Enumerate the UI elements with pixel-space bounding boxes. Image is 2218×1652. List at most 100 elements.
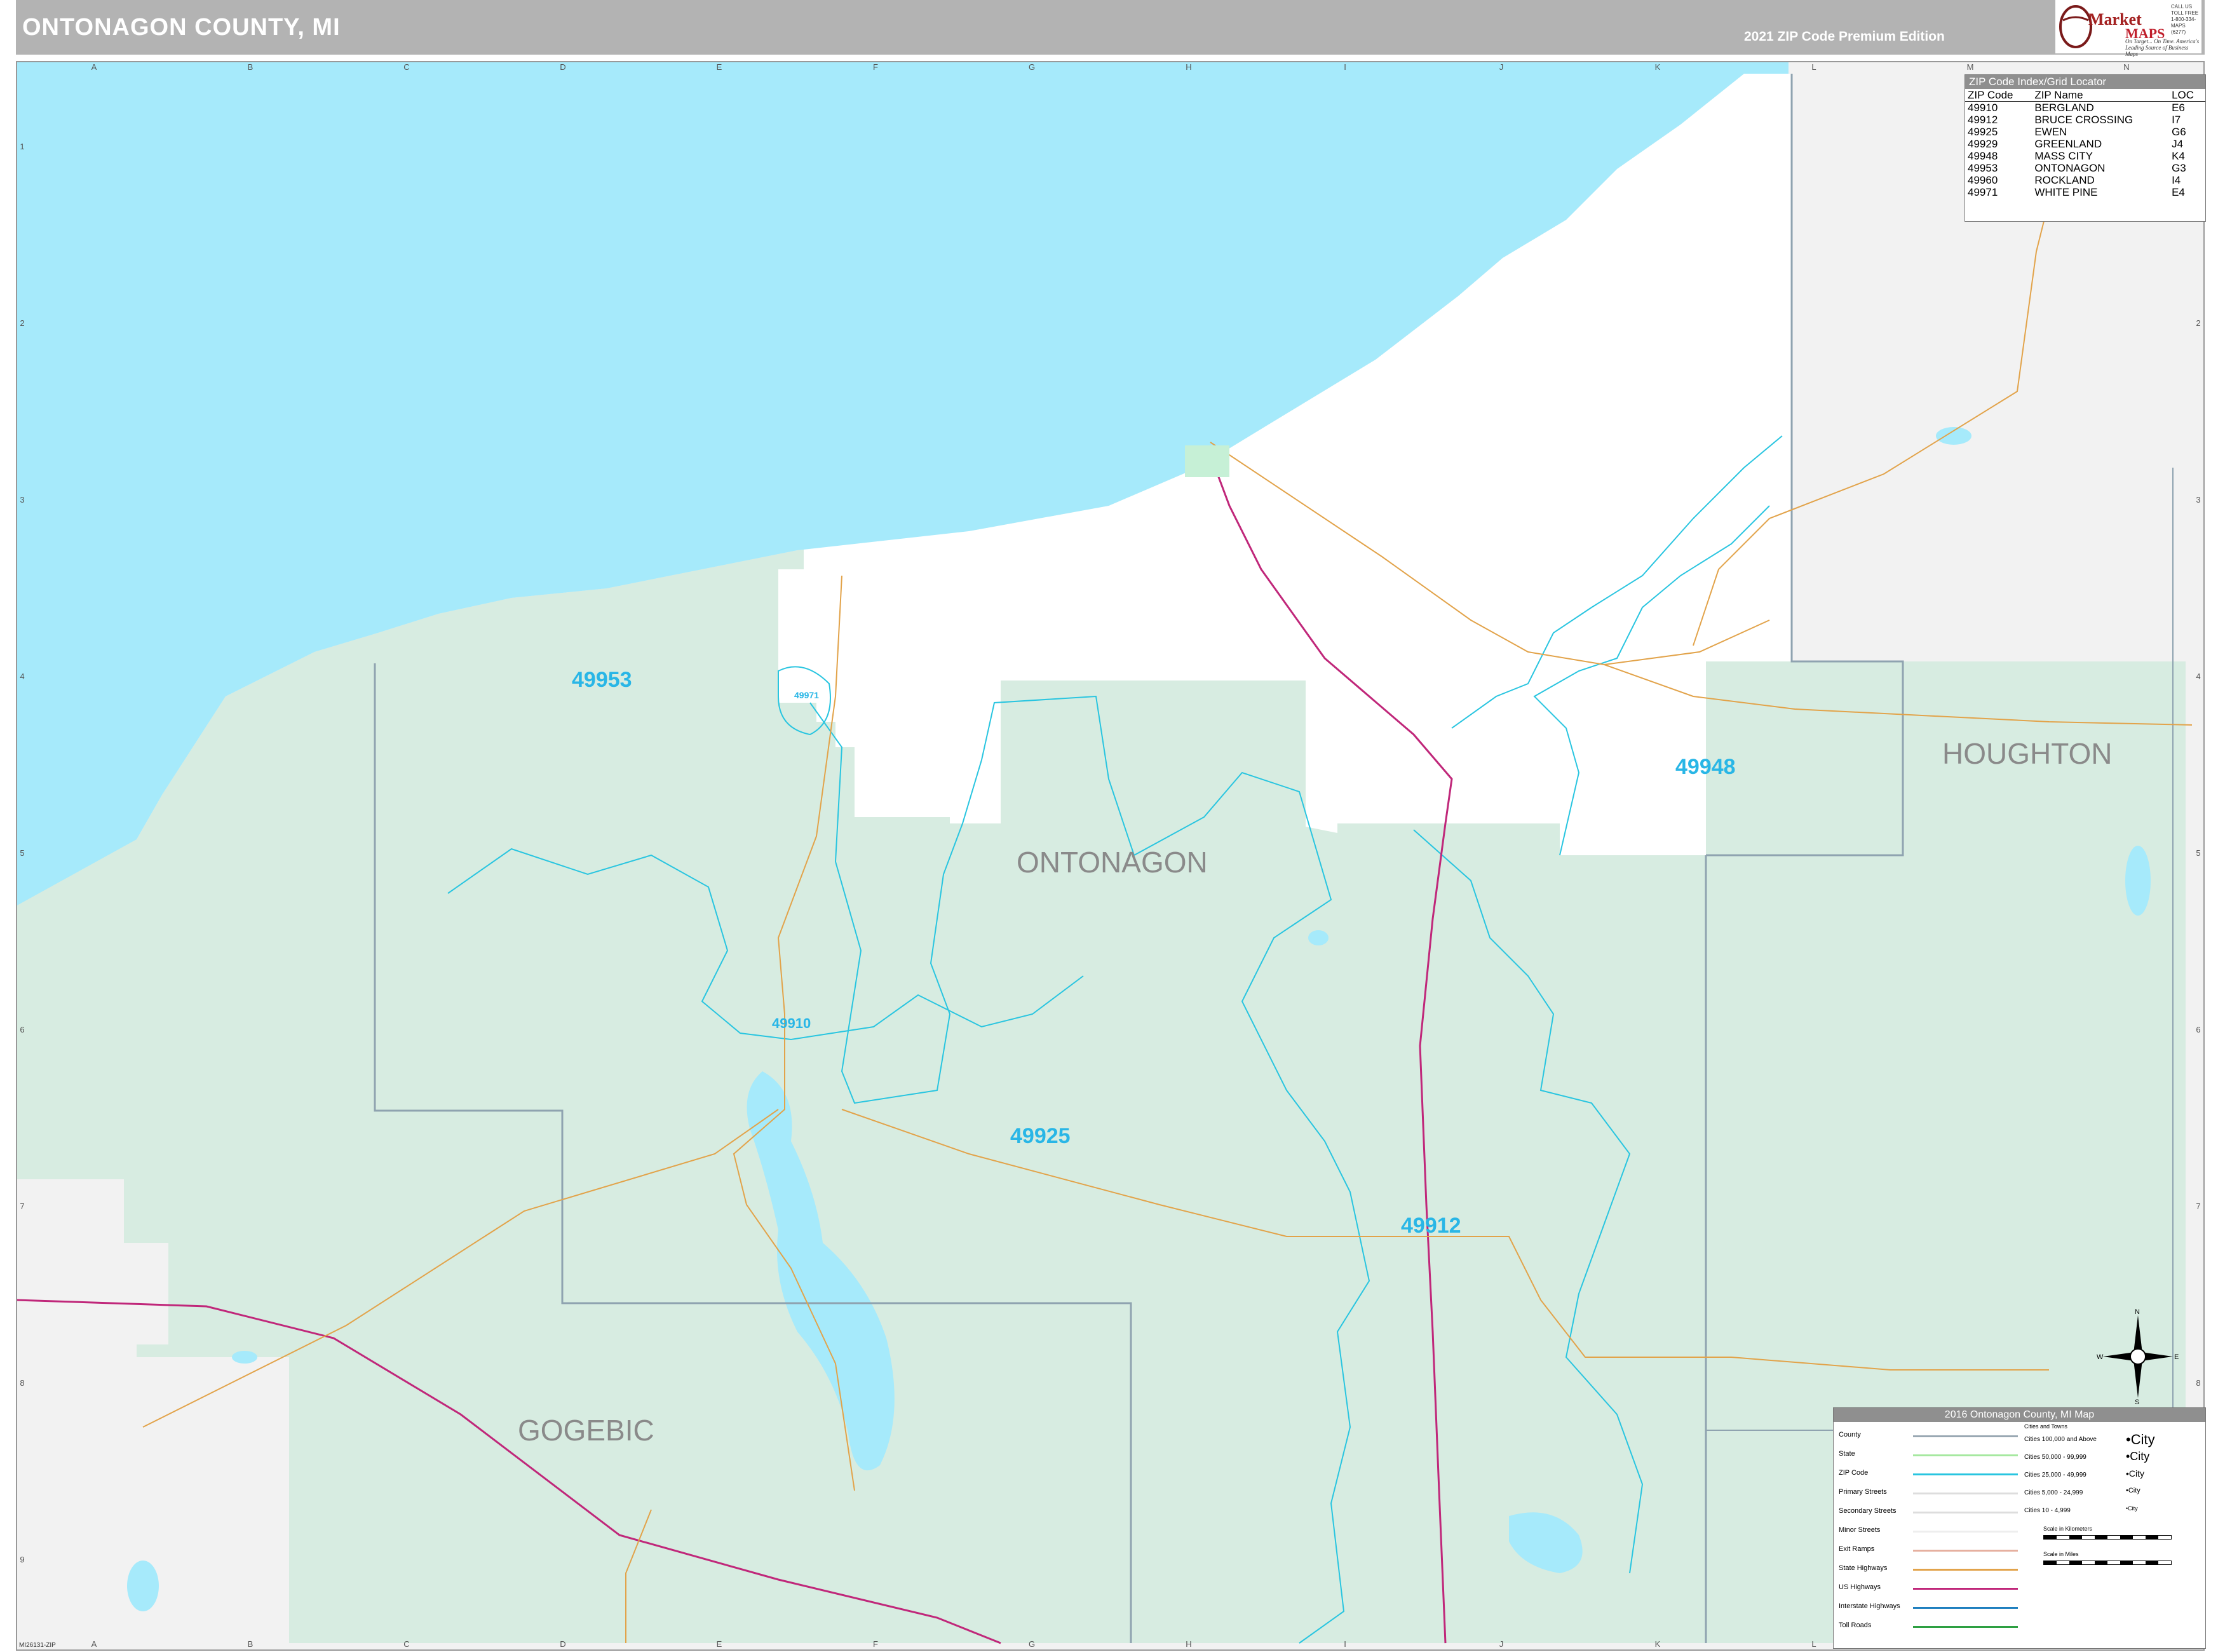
zip-index-title: ZIP Code Index/Grid Locator (1965, 75, 2205, 89)
zip-index-table: ZIP Code ZIP Name LOC 49910 BERGLAND E6 499… (1965, 89, 2205, 198)
grid-column-label: A (91, 1639, 97, 1649)
zip-label-49910: 49910 (772, 1015, 811, 1031)
zip-index-row: 49925 EWEN G6 (1965, 126, 2205, 138)
legend-item-label: State (1839, 1450, 1855, 1458)
legend-item-swatch (1913, 1454, 2018, 1456)
legend-city-class: Cities 50,000 - 99,999 (2024, 1454, 2086, 1461)
legend-city-class: Cities 10 - 4,999 (2024, 1507, 2071, 1514)
zip-index-body: 49910 BERGLAND E6 49912 BRUCE CROSSING I7 4992… (1965, 102, 2205, 198)
legend-item-label: State Highways (1839, 1564, 1888, 1572)
legend-item-swatch (1913, 1607, 2018, 1609)
grid-row-label: 8 (2196, 1378, 2200, 1388)
legend-item-swatch (1913, 1435, 2018, 1437)
legend-item-label: Interstate Highways (1839, 1602, 1900, 1610)
zip-index-name: WHITE PINE (2034, 186, 2098, 198)
zip-label-49953: 49953 (572, 668, 632, 692)
zip-index-loc: K4 (2172, 150, 2185, 162)
zip-index-panel: ZIP Code Index/Grid Locator ZIP Code ZIP… (1964, 74, 2206, 222)
scale-km-bar (2043, 1535, 2172, 1540)
legend-item-label: Minor Streets (1839, 1526, 1881, 1534)
grid-row-label: 8 (20, 1378, 24, 1388)
legend-cities-header: Cities and Towns (2024, 1423, 2067, 1430)
grid-column-label: H (1186, 1639, 1191, 1649)
small-lake (1308, 930, 1329, 945)
page-title: ONTONAGON COUNTY, MI (22, 14, 341, 41)
zip-label-49912: 49912 (1401, 1214, 1461, 1238)
zip-index-zip: 49960 (1968, 174, 1998, 186)
grid-row-label: 6 (20, 1025, 24, 1034)
zip-index-row: 49912 BRUCE CROSSING I7 (1965, 114, 2205, 126)
grid-column-label: G (1029, 62, 1035, 72)
grid-row-label: 6 (2196, 1025, 2200, 1034)
grid-row-label: 1 (20, 142, 24, 151)
zip-index-name: ONTONAGON (2034, 162, 2106, 174)
zip-index-zip: 49925 (1968, 126, 1998, 138)
grid-column-label: N (2123, 62, 2129, 72)
grid-row-label: 5 (2196, 848, 2200, 858)
zip-index-row: 49960 ROCKLAND I4 (1965, 174, 2205, 186)
compass-n: N (2135, 1309, 2140, 1316)
legend-city-class: Cities 25,000 - 49,999 (2024, 1472, 2086, 1479)
legend-item-swatch (1913, 1569, 2018, 1571)
scale-mi-bar (2043, 1561, 2172, 1565)
county-label-houghton: HOUGHTON (1942, 737, 2113, 770)
grid-column-label: C (403, 1639, 409, 1649)
zip-index-loc: G3 (2172, 162, 2186, 174)
zip-index-name: BERGLAND (2034, 102, 2094, 114)
grid-column-label: A (91, 62, 97, 72)
zip-index-row: 49929 GREENLAND J4 (1965, 138, 2205, 150)
zip-index-name: ROCKLAND (2034, 174, 2095, 186)
zip-index-name: MASS CITY (2034, 150, 2093, 162)
small-lake (127, 1561, 159, 1611)
ontonagon-town-area (1185, 445, 1229, 477)
compass-e: E (2174, 1353, 2179, 1361)
grid-row-label: 7 (2196, 1202, 2200, 1211)
grid-row-label: 2 (20, 318, 24, 328)
grid-column-label: D (560, 1639, 565, 1649)
zip-index-name: EWEN (2034, 126, 2067, 138)
grid-column-label: B (248, 62, 254, 72)
footer-code: MI26131-ZIP (19, 1642, 56, 1649)
legend-item-label: US Highways (1839, 1583, 1881, 1591)
compass-w: W (2097, 1353, 2104, 1361)
zip-index-zip: 49929 (1968, 138, 1998, 150)
compass-rose-icon: N S E W (2097, 1309, 2179, 1404)
legend-item-swatch (1913, 1531, 2018, 1533)
zip-label-49925: 49925 (1010, 1124, 1071, 1148)
legend-item-swatch (1913, 1550, 2018, 1552)
zip-index-col-loc: LOC (2169, 89, 2205, 102)
zip-index-loc: J4 (2172, 138, 2184, 150)
legend-item-label: Exit Ramps (1839, 1545, 1875, 1553)
zip-index-name: GREENLAND (2034, 138, 2102, 150)
county-label-gogebic: GOGEBIC (518, 1414, 654, 1447)
grid-row-label: 7 (20, 1202, 24, 1211)
grid-column-label: I (1344, 1639, 1346, 1649)
legend-panel: 2016 Ontonagon County, MI Map County Stat… (1833, 1407, 2206, 1649)
legend-city-sample: •City (2126, 1468, 2145, 1479)
edition-label: 2021 ZIP Code Premium Edition (1744, 29, 1945, 44)
zip-index-name: BRUCE CROSSING (2034, 114, 2133, 126)
zip-index-row: 49910 BERGLAND E6 (1965, 102, 2205, 114)
zip-index-zip: 49948 (1968, 150, 1998, 162)
grid-column-label: E (717, 62, 722, 72)
zip-index-zip: 49971 (1968, 186, 1998, 198)
grid-column-label: D (560, 62, 565, 72)
legend-item-label: Secondary Streets (1839, 1507, 1897, 1515)
compass-s: S (2135, 1398, 2139, 1404)
zip-index-row: 49971 WHITE PINE E4 (1965, 186, 2205, 198)
grid-row-label: 2 (2196, 318, 2200, 328)
grid-column-label: L (1811, 62, 1816, 72)
legend-item-label: Primary Streets (1839, 1488, 1887, 1496)
grid-column-label: B (248, 1639, 254, 1649)
scale-km-label: Scale in Kilometers (2043, 1526, 2093, 1532)
legend-city-sample: •City (2126, 1487, 2140, 1495)
legend-city-class: Cities 5,000 - 24,999 (2024, 1489, 2083, 1496)
legend-city-sample: •City (2126, 1505, 2138, 1512)
zip-index-zip: 49953 (1968, 162, 1998, 174)
legend-city-sample: •City (2126, 1450, 2150, 1463)
grid-column-label: J (1499, 62, 1504, 72)
grid-column-label: I (1344, 62, 1346, 72)
grid-column-label: G (1029, 1639, 1035, 1649)
grid-row-label: 9 (20, 1555, 24, 1564)
grid-column-label: L (1811, 1639, 1816, 1649)
